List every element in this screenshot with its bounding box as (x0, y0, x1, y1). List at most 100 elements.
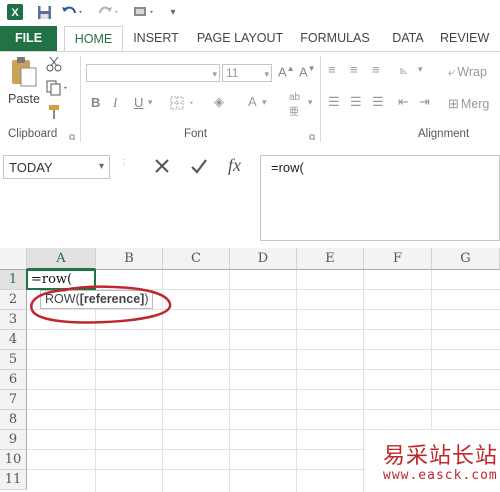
formula-text: =row( (271, 160, 304, 175)
cancel-icon[interactable] (154, 158, 170, 177)
borders-icon[interactable] (170, 96, 200, 113)
gridline (27, 389, 500, 390)
insert-function-icon[interactable]: fx (228, 155, 241, 176)
phonetic-icon[interactable]: ab 亜 (289, 92, 300, 118)
gridline (296, 270, 297, 492)
chevron-down-icon[interactable]: ▾ (262, 97, 267, 108)
tab-file[interactable]: FILE (0, 26, 57, 51)
row-header-10[interactable]: 10 (0, 450, 27, 470)
gridline (27, 349, 500, 350)
name-box[interactable]: TODAY ▾ (3, 155, 110, 179)
shrink-font-icon[interactable]: A▼ (299, 64, 316, 79)
svg-text:X: X (11, 7, 19, 19)
row-header-11[interactable]: 11 (0, 470, 27, 490)
watermark: 易采站长站 www.easck.com (365, 430, 500, 492)
save-icon[interactable] (35, 3, 53, 21)
font-group-label: Font (184, 128, 208, 140)
tab-data[interactable]: DATA (382, 26, 434, 51)
group-separator (320, 56, 321, 142)
align-left-icon[interactable]: ☰ (328, 94, 340, 110)
wrap-text-button[interactable]: ⤶ Wrap (448, 64, 487, 80)
merge-center-button[interactable]: ⊞ Merg (448, 96, 489, 112)
font-launcher-icon[interactable]: ⧉ (309, 132, 315, 143)
format-painter-icon[interactable] (46, 104, 62, 123)
gridline (27, 329, 500, 330)
paste-button[interactable]: Paste (6, 56, 42, 106)
align-right-icon[interactable]: ☰ (372, 94, 384, 110)
tab-page-layout[interactable]: PAGE LAYOUT (192, 26, 288, 51)
font-name-combo[interactable]: ▾ (86, 64, 220, 82)
gridline (27, 409, 500, 410)
tab-review[interactable]: REVIEW (440, 26, 500, 51)
row-header-1[interactable]: 1 (0, 270, 27, 290)
undo-icon[interactable] (60, 3, 84, 21)
column-header-d[interactable]: D (230, 248, 297, 270)
column-header-f[interactable]: F (364, 248, 432, 270)
increase-indent-icon[interactable]: ⇥ (419, 94, 430, 110)
tab-insert[interactable]: INSERT (126, 26, 186, 51)
ribbon-home: Paste Clipboard ⧉ ▾ 11 ▾ A▲ A▼ B I U ▾ ◈… (0, 52, 500, 147)
column-header-g[interactable]: G (432, 248, 500, 270)
chevron-down-icon: ▾ (98, 161, 104, 172)
row-header-7[interactable]: 7 (0, 390, 27, 410)
copy-icon[interactable] (46, 80, 70, 99)
watermark-text: 易采站长站 (383, 444, 499, 469)
paste-label: Paste (8, 92, 40, 106)
clipboard-group-label: Clipboard (8, 128, 58, 140)
quick-access-toolbar: X ▾ (0, 0, 500, 26)
bold-icon[interactable]: B (91, 95, 100, 110)
gridline (229, 270, 230, 492)
customize-icon[interactable] (132, 3, 162, 21)
row-header-3[interactable]: 3 (0, 310, 27, 330)
gridline (27, 369, 500, 370)
font-color-icon[interactable]: A (248, 94, 257, 109)
tab-home[interactable]: HOME (64, 26, 123, 53)
watermark-url: www.easck.com (383, 468, 498, 483)
redo-icon[interactable] (98, 3, 122, 21)
row-header-8[interactable]: 8 (0, 410, 27, 430)
top-align-icon[interactable]: ≡ (328, 62, 336, 77)
name-box-value: TODAY (9, 160, 53, 175)
alignment-group-label: Alignment (418, 128, 470, 140)
toolbar-more-icon[interactable]: ▾ (168, 3, 178, 21)
column-header-b[interactable]: B (96, 248, 163, 270)
resize-handle-icon[interactable]: ⋮ (120, 159, 128, 167)
chevron-down-icon: ▾ (264, 69, 269, 79)
italic-icon[interactable]: I (113, 95, 117, 111)
paste-icon (12, 57, 37, 87)
select-all-corner[interactable] (0, 248, 27, 270)
fill-color-icon[interactable]: ◈ (214, 94, 224, 110)
row-header-9[interactable]: 9 (0, 430, 27, 450)
column-header-e[interactable]: E (297, 248, 364, 270)
row-header-6[interactable]: 6 (0, 370, 27, 390)
underline-icon[interactable]: U (134, 95, 143, 110)
clipboard-launcher-icon[interactable]: ⧉ (69, 132, 75, 143)
orientation-icon[interactable]: ⦝ (400, 62, 407, 78)
chevron-down-icon[interactable]: ▾ (418, 64, 423, 75)
spreadsheet-grid[interactable]: A B C D E F G 1 2 3 4 5 6 7 8 9 10 11 =r… (0, 248, 500, 492)
row-header-4[interactable]: 4 (0, 330, 27, 350)
align-center-icon[interactable]: ☰ (350, 94, 362, 110)
check-icon[interactable] (190, 158, 208, 177)
chevron-down-icon[interactable]: ▾ (308, 97, 313, 108)
grow-font-icon[interactable]: A▲ (278, 64, 295, 79)
row-header-5[interactable]: 5 (0, 350, 27, 370)
ribbon-tabs: FILE HOME INSERT PAGE LAYOUT FORMULAS DA… (0, 26, 500, 53)
column-header-a[interactable]: A (27, 248, 96, 270)
bottom-align-icon[interactable]: ≡ (372, 62, 380, 77)
row-header-2[interactable]: 2 (0, 290, 27, 310)
font-size-value: 11 (226, 66, 239, 80)
merge-icon: ⊞ (448, 96, 459, 111)
formula-input[interactable]: =row( (260, 155, 500, 241)
column-header-c[interactable]: C (163, 248, 230, 270)
annotation-ellipse (30, 285, 172, 324)
cut-icon[interactable] (46, 56, 62, 75)
wrap-text-icon: ⤶ (448, 64, 456, 79)
tab-formulas[interactable]: FORMULAS (294, 26, 376, 51)
chevron-down-icon[interactable]: ▾ (148, 97, 153, 108)
group-separator (80, 56, 81, 142)
decrease-indent-icon[interactable]: ⇤ (398, 94, 409, 110)
middle-align-icon[interactable]: ≡ (350, 62, 358, 77)
font-size-combo[interactable]: 11 ▾ (222, 64, 272, 82)
merge-label: Merg (460, 97, 490, 111)
